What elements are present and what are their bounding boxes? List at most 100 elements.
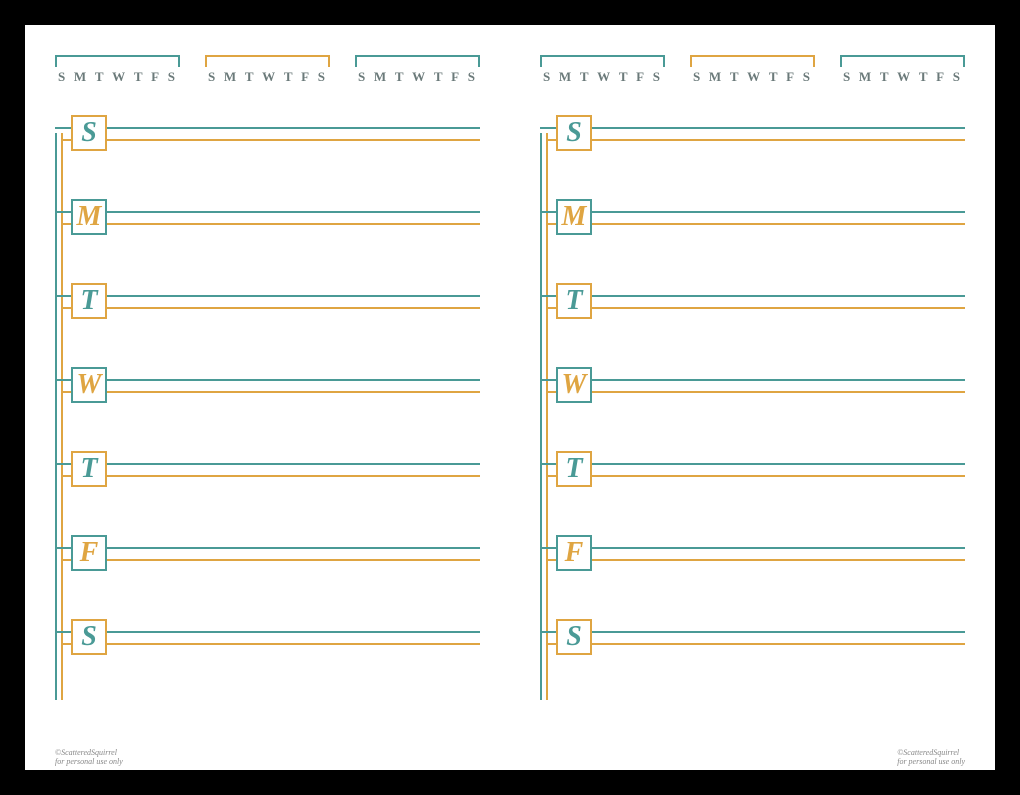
mini-cal-header — [690, 55, 815, 67]
day-abbr: T — [880, 69, 891, 85]
mini-calendar-3: S M T W T F S — [840, 55, 965, 85]
day-box: W — [556, 367, 592, 403]
hline-amber — [61, 223, 480, 225]
week-grid: S M T W T F S — [540, 113, 965, 708]
mini-cal-days: S M T W T F S — [540, 67, 665, 85]
day-abbr: T — [919, 69, 930, 85]
day-letter: W — [562, 369, 587, 401]
credit-text: ©ScatteredSquirrel for personal use only — [55, 748, 123, 766]
mini-calendar-2: S M T W T F S — [690, 55, 815, 85]
mini-cal-days: S M T W T F S — [355, 67, 480, 85]
hline-amber — [546, 643, 965, 645]
mini-calendars-row: S M T W T F S S M T W T F S — [540, 55, 965, 85]
mini-cal-days: S M T W T F S — [690, 67, 815, 85]
hline-amber — [546, 307, 965, 309]
day-abbr: M — [374, 69, 388, 85]
credit-sub: for personal use only — [55, 757, 123, 766]
credit-sub: for personal use only — [897, 757, 965, 766]
day-abbr: F — [786, 69, 796, 85]
day-abbr: T — [434, 69, 445, 85]
hline-teal — [540, 547, 965, 549]
hline-amber — [61, 643, 480, 645]
day-abbr: S — [58, 69, 67, 85]
day-row: T — [55, 449, 480, 489]
day-abbr: W — [262, 69, 277, 85]
day-abbr: S — [208, 69, 217, 85]
planner-sheet: S M T W T F S S M T W T F S — [25, 25, 995, 770]
day-box: S — [71, 115, 107, 151]
planner-page-left: S M T W T F S S M T W T F S — [25, 25, 510, 770]
mini-cal-days: S M T W T F S — [55, 67, 180, 85]
mini-cal-header — [55, 55, 180, 67]
day-abbr: S — [693, 69, 702, 85]
day-abbr: W — [112, 69, 127, 85]
hline-teal — [55, 547, 480, 549]
hline-teal — [540, 463, 965, 465]
hline-amber — [546, 391, 965, 393]
hline-amber — [546, 223, 965, 225]
mini-calendar-1: S M T W T F S — [55, 55, 180, 85]
hline-teal — [540, 379, 965, 381]
day-abbr: S — [358, 69, 367, 85]
day-row: T — [55, 281, 480, 321]
day-abbr: S — [803, 69, 812, 85]
credit-main: ©ScatteredSquirrel — [55, 748, 117, 757]
hline-teal — [55, 631, 480, 633]
hline-amber — [546, 559, 965, 561]
hline-teal — [540, 127, 965, 129]
day-box: M — [71, 199, 107, 235]
day-abbr: T — [245, 69, 256, 85]
day-abbr: T — [95, 69, 106, 85]
week-grid: S M T W T F S — [55, 113, 480, 708]
day-box: M — [556, 199, 592, 235]
day-row: S — [55, 617, 480, 657]
hline-teal — [55, 379, 480, 381]
hline-amber — [61, 139, 480, 141]
hline-amber — [61, 391, 480, 393]
day-abbr: T — [395, 69, 406, 85]
day-abbr: S — [318, 69, 327, 85]
day-letter: T — [565, 453, 582, 485]
planner-page-right: S M T W T F S S M T W T F S — [510, 25, 995, 770]
day-letter: S — [566, 621, 582, 653]
day-letter: F — [80, 537, 99, 569]
day-abbr: M — [559, 69, 573, 85]
day-letter: S — [81, 621, 97, 653]
day-abbr: T — [284, 69, 295, 85]
day-abbr: M — [709, 69, 723, 85]
day-abbr: F — [936, 69, 946, 85]
day-abbr: S — [843, 69, 852, 85]
day-box: T — [556, 283, 592, 319]
day-row: F — [55, 533, 480, 573]
hline-teal — [55, 127, 480, 129]
day-abbr: M — [74, 69, 88, 85]
credit-main: ©ScatteredSquirrel — [897, 748, 959, 757]
day-row: M — [540, 197, 965, 237]
day-abbr: S — [953, 69, 962, 85]
day-box: T — [556, 451, 592, 487]
hline-amber — [61, 475, 480, 477]
day-abbr: S — [543, 69, 552, 85]
hline-teal — [55, 463, 480, 465]
day-abbr: W — [597, 69, 612, 85]
day-abbr: F — [451, 69, 461, 85]
mini-cal-header — [540, 55, 665, 67]
day-box: F — [71, 535, 107, 571]
day-abbr: W — [897, 69, 912, 85]
day-row: F — [540, 533, 965, 573]
mini-calendar-3: S M T W T F S — [355, 55, 480, 85]
credit-text: ©ScatteredSquirrel for personal use only — [897, 748, 965, 766]
day-row: T — [540, 281, 965, 321]
day-letter: S — [81, 117, 97, 149]
day-row: W — [55, 365, 480, 405]
day-abbr: M — [859, 69, 873, 85]
day-abbr: W — [747, 69, 762, 85]
day-row: W — [540, 365, 965, 405]
hline-amber — [546, 139, 965, 141]
day-box: S — [556, 115, 592, 151]
day-abbr: M — [224, 69, 238, 85]
day-letter: T — [80, 285, 97, 317]
day-box: T — [71, 451, 107, 487]
day-letter: S — [566, 117, 582, 149]
day-box: T — [71, 283, 107, 319]
